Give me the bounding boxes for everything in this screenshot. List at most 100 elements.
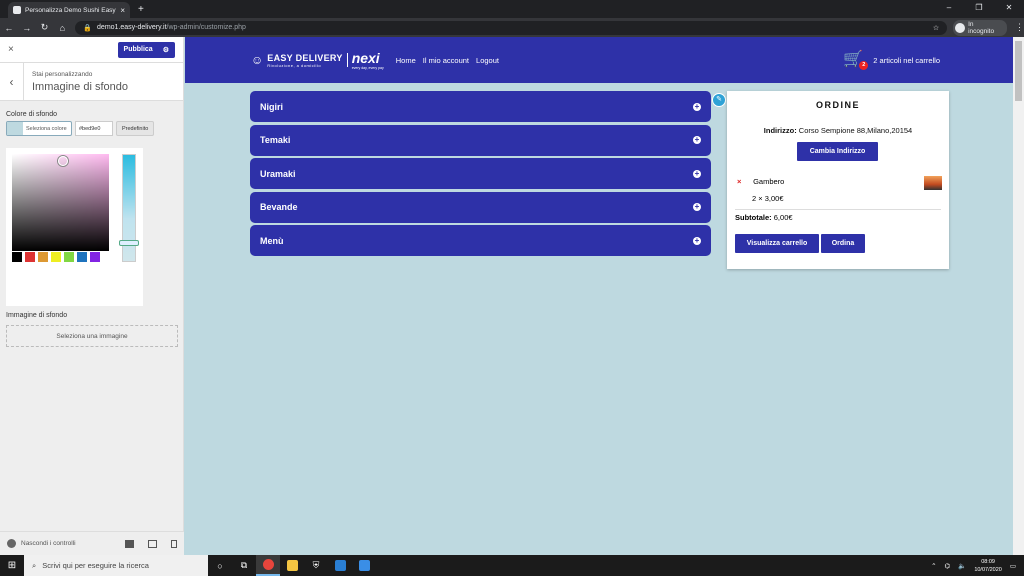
category-label: Nigiri: [260, 101, 284, 112]
cart-summary[interactable]: 🛒 2 2 articoli nel carrello: [843, 52, 940, 70]
section-title: Immagine di sfondo: [32, 80, 128, 93]
minimize-button[interactable]: –: [934, 0, 964, 18]
site-logo[interactable]: ☺ EASY DELIVERY Rivoluzione, a domicilio…: [251, 50, 384, 70]
system-tray: ⌃ ⌬ 🔈 08:09 10/07/2020 ▭: [931, 558, 1024, 574]
hex-input[interactable]: #bed9e0: [75, 121, 113, 136]
search-icon: ⌕: [32, 560, 37, 570]
edit-pencil-icon[interactable]: ✎: [712, 93, 726, 107]
palette-swatch[interactable]: [90, 252, 100, 262]
taskbar-search[interactable]: ⌕ Scrivi qui per eseguire la ricerca: [24, 555, 208, 576]
category-label: Menù: [260, 235, 284, 246]
publish-label: Pubblica: [123, 46, 153, 53]
cortana-icon[interactable]: ○: [208, 555, 232, 576]
clock-time: 08:09: [981, 558, 995, 565]
incognito-indicator[interactable]: In incognito: [953, 19, 1007, 36]
nav-account-link[interactable]: Il mio account: [423, 56, 469, 65]
store-icon[interactable]: [352, 555, 376, 576]
palette-swatch[interactable]: [25, 252, 35, 262]
close-customizer-icon[interactable]: ×: [8, 44, 14, 55]
browser-tab[interactable]: Personalizza Demo Sushi Easy De ×: [8, 2, 130, 18]
back-chevron-icon[interactable]: ‹: [0, 62, 24, 101]
bookmark-star-icon[interactable]: ☆: [933, 24, 939, 32]
device-preview-toggles: [125, 539, 177, 548]
expand-plus-icon[interactable]: +: [693, 102, 701, 111]
tablet-preview-icon[interactable]: [148, 539, 157, 548]
palette-swatch[interactable]: [64, 252, 74, 262]
windows-start-icon[interactable]: ⊞: [0, 560, 24, 571]
reload-icon[interactable]: ↻: [36, 22, 54, 33]
mobile-preview-icon[interactable]: [171, 539, 177, 548]
security-shield-icon[interactable]: ⛨: [304, 555, 328, 576]
chrome-taskbar-icon[interactable]: [256, 555, 280, 576]
select-color-button[interactable]: Seleziona colore: [6, 121, 72, 136]
expand-plus-icon[interactable]: +: [693, 169, 701, 178]
palette-swatch[interactable]: [38, 252, 48, 262]
default-color-button[interactable]: Predefinito: [116, 121, 155, 136]
file-explorer-icon[interactable]: [280, 555, 304, 576]
color-swatch: [7, 122, 23, 135]
category-nigiri[interactable]: Nigiri +: [250, 91, 711, 122]
category-menu[interactable]: Menù +: [250, 225, 711, 257]
select-image-button[interactable]: Seleziona una immagine: [6, 325, 178, 347]
mail-icon[interactable]: [328, 555, 352, 576]
url-path: /wp-admin/customize.php: [166, 24, 246, 31]
scrollbar-thumb[interactable]: [1015, 41, 1022, 101]
cart-icon[interactable]: 🛒 2: [843, 52, 869, 70]
nav-home-link[interactable]: Home: [396, 56, 416, 65]
url-host: demo1.easy-delivery.it: [97, 24, 167, 31]
checkout-button[interactable]: Ordina: [821, 234, 865, 253]
tab-close-icon[interactable]: ×: [120, 6, 125, 15]
category-bevande[interactable]: Bevande +: [250, 191, 711, 223]
brand-tagline: Rivoluzione, a domicilio: [267, 62, 322, 68]
view-cart-button[interactable]: Visualizza carrello: [735, 234, 819, 253]
tray-chevron-icon[interactable]: ⌃: [931, 562, 936, 570]
category-temaki[interactable]: Temaki +: [250, 124, 711, 156]
restore-button[interactable]: ❐: [964, 0, 994, 18]
notifications-icon[interactable]: ▭: [1010, 562, 1016, 570]
category-label: Temaki: [260, 135, 291, 146]
hide-controls-label[interactable]: Nascondi i controlli: [21, 540, 76, 547]
section-header: ‹ Stai personalizzando Immagine di sfond…: [0, 62, 183, 101]
expand-plus-icon[interactable]: +: [693, 236, 701, 245]
palette-swatch[interactable]: [77, 252, 87, 262]
clock[interactable]: 08:09 10/07/2020: [974, 558, 1002, 574]
change-address-button[interactable]: Cambia Indirizzo: [797, 142, 878, 161]
palette-swatch[interactable]: [51, 252, 61, 262]
browser-menu-icon[interactable]: ⋮: [1015, 22, 1024, 33]
color-picker-handle[interactable]: [58, 156, 68, 166]
subtotal: Subtotale: 6,00€: [735, 213, 793, 222]
palette-swatch[interactable]: [12, 252, 22, 262]
item-quantity: 2 × 3,00€: [752, 194, 784, 203]
category-uramaki[interactable]: Uramaki +: [250, 158, 711, 190]
hue-slider-handle[interactable]: [119, 240, 139, 246]
brand-name: EASY DELIVERY: [267, 52, 343, 63]
home-icon[interactable]: ⌂: [53, 23, 71, 33]
new-tab-button[interactable]: +: [138, 2, 144, 18]
nav-logout-link[interactable]: Logout: [476, 56, 499, 65]
cart-count-badge: 2: [859, 61, 869, 70]
expand-plus-icon[interactable]: +: [693, 136, 701, 145]
hide-controls-icon[interactable]: [7, 539, 16, 548]
browser-toolbar: ← → ↻ ⌂ 🔒 demo1.easy-delivery.it /wp-adm…: [0, 18, 1024, 37]
desktop-preview-icon[interactable]: [125, 539, 134, 548]
volume-icon[interactable]: 🔈: [958, 562, 966, 570]
saturation-value-area[interactable]: [12, 154, 109, 251]
select-color-label: Seleziona colore: [26, 125, 67, 132]
background-image-label: Immagine di sfondo: [6, 312, 68, 319]
forward-arrow-icon[interactable]: →: [18, 23, 36, 33]
network-icon[interactable]: ⌬: [945, 562, 951, 570]
publish-button[interactable]: Pubblica ⚙: [117, 41, 175, 58]
back-arrow-icon[interactable]: ←: [0, 23, 18, 33]
expand-plus-icon[interactable]: +: [693, 203, 701, 212]
address-bar[interactable]: 🔒 demo1.easy-delivery.it /wp-admin/custo…: [75, 20, 948, 35]
task-view-icon[interactable]: ⧉: [232, 555, 256, 576]
background-color-label: Colore di sfondo: [6, 111, 57, 118]
preview-scrollbar[interactable]: [1013, 37, 1024, 555]
lock-icon: 🔒: [83, 24, 93, 32]
cart-item: × Gambero 2 × 3,00€: [737, 176, 942, 203]
gear-icon[interactable]: ⚙: [163, 46, 169, 54]
taskbar: ⊞ ⌕ Scrivi qui per eseguire la ricerca ○…: [0, 555, 1024, 576]
remove-item-icon[interactable]: ×: [737, 177, 751, 186]
cart-label[interactable]: 2 articoli nel carrello: [873, 56, 940, 65]
close-window-button[interactable]: ✕: [994, 0, 1024, 18]
